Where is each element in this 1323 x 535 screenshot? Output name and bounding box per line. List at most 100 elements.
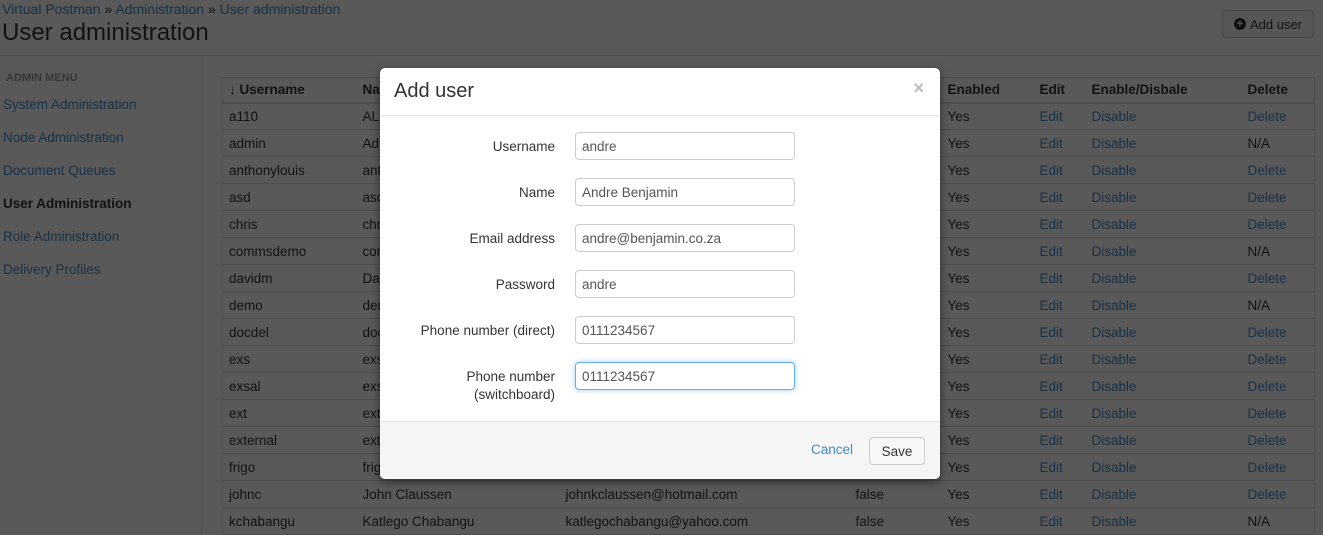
edit-link[interactable]: Edit — [1033, 480, 1086, 508]
add-user-modal: Add user × Username Name Email address P… — [380, 68, 940, 479]
username-cell: commsdemo — [222, 237, 357, 265]
plus-circle-icon: + — [1233, 18, 1246, 30]
breadcrumb-virtual-postman[interactable]: Virtual Postman — [2, 1, 101, 17]
sidebar-item-delivery-profiles[interactable]: Delivery Profiles — [3, 262, 137, 295]
enable-disable-link[interactable]: Disable — [1085, 237, 1242, 265]
enable-disable-link[interactable]: Disable — [1085, 291, 1242, 319]
delete-link[interactable]: Delete — [1241, 426, 1315, 454]
username-cell: a110 — [222, 102, 357, 130]
sidebar-divider — [201, 56, 202, 533]
delete-link[interactable]: Delete — [1241, 345, 1315, 373]
delete-cell: N/A — [1241, 129, 1315, 157]
sidebar-item-node-administration[interactable]: Node Administration — [3, 130, 137, 163]
delete-link[interactable]: Delete — [1241, 102, 1315, 130]
email-input[interactable] — [575, 224, 795, 252]
username-cell: chris — [222, 210, 357, 238]
enable-disable-link[interactable]: Disable — [1085, 183, 1242, 211]
edit-link[interactable]: Edit — [1033, 129, 1086, 157]
admin-menu: System Administration Node Administratio… — [3, 97, 137, 295]
delete-link[interactable]: Delete — [1241, 264, 1315, 292]
enable-disable-link[interactable]: Disable — [1085, 399, 1242, 427]
edit-link[interactable]: Edit — [1033, 183, 1086, 211]
enable-disable-link[interactable]: Disable — [1085, 480, 1242, 508]
column-header-edit: Edit — [1033, 77, 1086, 104]
enabled-cell: Yes — [941, 399, 1034, 427]
sidebar-item-role-administration[interactable]: Role Administration — [3, 229, 137, 262]
edit-link[interactable]: Edit — [1033, 507, 1086, 535]
username-cell: frigo — [222, 453, 357, 481]
delete-link[interactable]: Delete — [1241, 156, 1315, 184]
breadcrumb-user-administration[interactable]: User administration — [220, 1, 341, 17]
enabled-cell: Yes — [941, 129, 1034, 157]
enabled-cell: Yes — [941, 237, 1034, 265]
delete-cell: N/A — [1241, 237, 1315, 265]
enabled-cell: Yes — [941, 426, 1034, 454]
add-user-button[interactable]: + Add user — [1222, 10, 1314, 38]
enable-disable-link[interactable]: Disable — [1085, 318, 1242, 346]
enable-disable-link[interactable]: Disable — [1085, 156, 1242, 184]
name-label: Name — [518, 185, 555, 200]
enabled-cell: Yes — [941, 156, 1034, 184]
breadcrumb-administration[interactable]: Administration — [115, 1, 204, 17]
edit-link[interactable]: Edit — [1033, 372, 1086, 400]
username-cell: kchabangu — [222, 507, 357, 535]
email-label: Email address — [469, 231, 555, 246]
enabled-cell: Yes — [941, 453, 1034, 481]
delete-link[interactable]: Delete — [1241, 318, 1315, 346]
edit-link[interactable]: Edit — [1033, 102, 1086, 130]
enabled-cell: Yes — [941, 291, 1034, 319]
admin-menu-heading: ADMIN MENU — [6, 72, 78, 84]
username-cell: johnc — [222, 480, 357, 508]
edit-link[interactable]: Edit — [1033, 426, 1086, 454]
edit-link[interactable]: Edit — [1033, 291, 1086, 319]
enable-disable-link[interactable]: Disable — [1085, 345, 1242, 373]
enable-disable-link[interactable]: Disable — [1085, 264, 1242, 292]
enable-disable-link[interactable]: Disable — [1085, 372, 1242, 400]
flag-cell: false — [849, 507, 942, 535]
phone-switchboard-label: Phone number (switchboard) — [466, 369, 555, 402]
save-button[interactable]: Save — [869, 437, 925, 465]
column-header-enable-disable: Enable/Disbale — [1085, 77, 1242, 104]
phone-direct-input[interactable] — [575, 316, 795, 344]
username-cell: admin — [222, 129, 357, 157]
cancel-button[interactable]: Cancel — [811, 442, 853, 457]
delete-link[interactable]: Delete — [1241, 372, 1315, 400]
username-label: Username — [492, 139, 555, 154]
close-icon[interactable]: × — [913, 78, 924, 99]
phone-direct-label: Phone number (direct) — [420, 323, 555, 338]
modal-header: Add user × — [380, 68, 940, 116]
edit-link[interactable]: Edit — [1033, 237, 1086, 265]
enable-disable-link[interactable]: Disable — [1085, 129, 1242, 157]
edit-link[interactable]: Edit — [1033, 264, 1086, 292]
enable-disable-link[interactable]: Disable — [1085, 210, 1242, 238]
delete-link[interactable]: Delete — [1241, 210, 1315, 238]
edit-link[interactable]: Edit — [1033, 453, 1086, 481]
edit-link[interactable]: Edit — [1033, 399, 1086, 427]
enable-disable-link[interactable]: Disable — [1085, 426, 1242, 454]
page-title: User administration — [2, 19, 209, 46]
enable-disable-link[interactable]: Disable — [1085, 453, 1242, 481]
password-input[interactable] — [575, 270, 795, 298]
delete-link[interactable]: Delete — [1241, 399, 1315, 427]
enable-disable-link[interactable]: Disable — [1085, 102, 1242, 130]
username-input[interactable] — [575, 132, 795, 160]
delete-link[interactable]: Delete — [1241, 453, 1315, 481]
delete-link[interactable]: Delete — [1241, 183, 1315, 211]
sidebar-item-system-administration[interactable]: System Administration — [3, 97, 137, 130]
phone-switchboard-input[interactable] — [575, 362, 795, 390]
add-user-label: Add user — [1249, 16, 1303, 32]
column-header-username[interactable]: ↓ Username — [222, 77, 357, 104]
sidebar-item-user-administration[interactable]: User Administration — [3, 196, 137, 229]
delete-link[interactable]: Delete — [1241, 480, 1315, 508]
edit-link[interactable]: Edit — [1033, 318, 1086, 346]
username-cell: external — [222, 426, 357, 454]
modal-footer: Cancel Save — [380, 421, 940, 479]
header-divider — [0, 55, 1323, 56]
edit-link[interactable]: Edit — [1033, 210, 1086, 238]
name-input[interactable] — [575, 178, 795, 206]
enable-disable-link[interactable]: Disable — [1085, 507, 1242, 535]
breadcrumb-separator: » — [104, 1, 113, 17]
edit-link[interactable]: Edit — [1033, 156, 1086, 184]
edit-link[interactable]: Edit — [1033, 345, 1086, 373]
sidebar-item-document-queues[interactable]: Document Queues — [3, 163, 137, 196]
